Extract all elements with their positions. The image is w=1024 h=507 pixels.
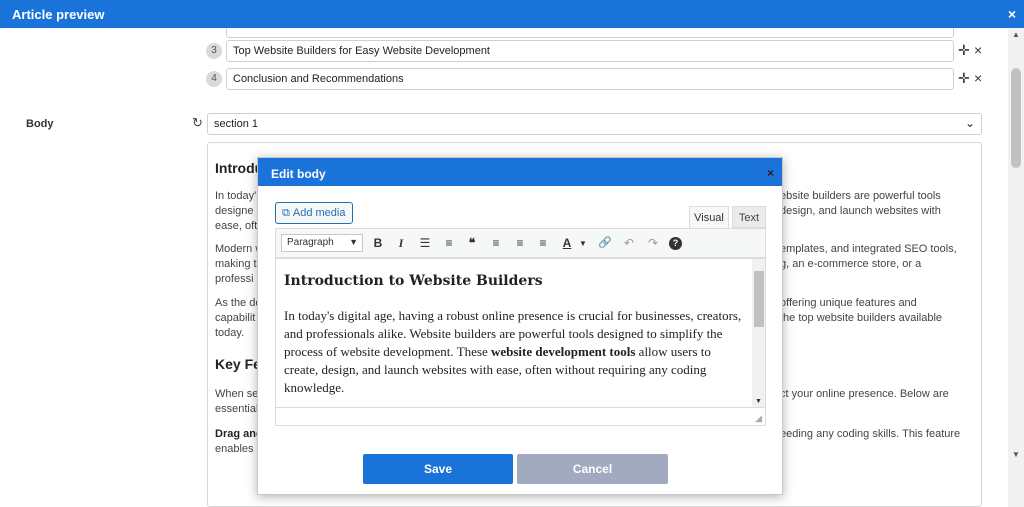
scroll-down-icon[interactable]: ▼ [755, 398, 762, 405]
article-text: capabilit [215, 312, 256, 324]
scroll-up-icon[interactable]: ▲ [1012, 30, 1020, 39]
move-handle-icon[interactable]: ✛ [958, 42, 970, 59]
text-color-icon[interactable]: A [560, 236, 574, 250]
body-label: Body [26, 118, 54, 130]
article-text: essential [215, 403, 259, 415]
article-text: emplates, and integrated SEO tools, [780, 243, 957, 255]
article-heading: Key Fe [215, 356, 261, 372]
italic-icon[interactable]: I [394, 236, 408, 251]
editor-scrollbar[interactable]: ▼ [752, 259, 765, 407]
save-button[interactable]: Save [363, 454, 513, 484]
align-right-icon[interactable]: ≡ [536, 236, 550, 250]
page-scrollbar[interactable]: ▲ ▼ [1008, 28, 1024, 507]
outline-row [206, 28, 996, 38]
link-icon[interactable]: 🔗 [598, 236, 612, 249]
edit-body-dialog: Edit body × ⧉ Add media Visual Text Parag… [257, 157, 783, 495]
article-text: today. [215, 327, 245, 339]
outline-item-input[interactable]: Conclusion and Recommendations [226, 68, 954, 90]
window-title: Article preview [12, 7, 105, 22]
rich-text-editor[interactable]: Introduction to Website Builders In toda… [275, 258, 766, 408]
article-text: design, and launch websites with [780, 205, 941, 217]
delete-icon[interactable]: × [974, 70, 982, 86]
undo-icon[interactable]: ↶ [622, 236, 636, 250]
redo-icon[interactable]: ↷ [646, 236, 660, 250]
outline-number: 3 [206, 43, 222, 59]
section-select-value: section 1 [214, 118, 259, 130]
scrollbar-thumb[interactable] [1011, 68, 1021, 168]
dialog-title: Edit body [271, 167, 326, 181]
article-text: making t [215, 258, 257, 270]
editor-statusbar: ◢ [275, 408, 766, 426]
article-text: designe [215, 205, 254, 217]
article-preview-window: Article preview × 3 Top Website Builders… [0, 0, 1024, 507]
align-center-icon[interactable]: ≡ [513, 236, 527, 250]
cancel-button[interactable]: Cancel [517, 454, 668, 484]
add-media-button[interactable]: ⧉ Add media [275, 202, 353, 224]
editor-scrollbar-thumb[interactable] [754, 271, 764, 327]
article-text: professi [215, 273, 254, 285]
outline-number: 4 [206, 71, 222, 87]
article-text: g, an e-commerce store, or a [780, 258, 922, 270]
numbered-list-icon[interactable]: ≡ [442, 236, 456, 250]
dialog-header: Edit body × [258, 158, 782, 186]
editor-paragraph: In today's digital age, having a robust … [284, 307, 744, 397]
section-select[interactable]: section 1 ⌄ [207, 113, 982, 135]
article-text: ease, oft [215, 220, 258, 232]
align-left-icon[interactable]: ≡ [489, 236, 503, 250]
move-handle-icon[interactable]: ✛ [958, 70, 970, 87]
tab-visual[interactable]: Visual [689, 206, 729, 228]
outline-row: 3 Top Website Builders for Easy Website … [206, 40, 996, 62]
dialog-close-icon[interactable]: × [767, 166, 774, 180]
bold-icon[interactable]: B [371, 236, 385, 250]
article-text: Drag and [215, 428, 263, 440]
scroll-down-icon[interactable]: ▼ [1012, 450, 1020, 459]
article-text: the top website builders available [780, 312, 943, 324]
text-color-dropdown-icon[interactable]: ▼ [576, 239, 590, 248]
media-icon: ⧉ [282, 207, 290, 219]
format-select-value: Paragraph [287, 237, 334, 248]
editor-bold-text: website development tools [490, 344, 636, 359]
outline-row: 4 Conclusion and Recommendations ✛ × [206, 68, 996, 90]
outline-item-input[interactable]: Top Website Builders for Easy Website De… [226, 40, 954, 62]
add-media-label: Add media [292, 207, 346, 219]
delete-icon[interactable]: × [974, 42, 982, 58]
outline-item-input[interactable] [226, 28, 954, 38]
editor-toolbar: Paragraph ▼ B I ☰ ≡ ❝ ≡ ≡ ≡ A ▼ 🔗 ↶ ↷ ? [275, 228, 766, 258]
article-text: eeding any coding skills. This feature [780, 428, 961, 440]
refresh-icon[interactable]: ↻ [192, 115, 203, 131]
editor-heading: Introduction to Website Builders [284, 273, 543, 289]
article-text: ebsite builders are powerful tools [780, 190, 941, 202]
dropdown-arrow-icon: ▼ [349, 237, 358, 247]
window-titlebar: Article preview × [0, 0, 1024, 28]
article-text: ct your online presence. Below are [780, 388, 949, 400]
article-text: In today' [215, 190, 257, 202]
tab-text[interactable]: Text [732, 206, 766, 228]
window-close-icon[interactable]: × [1008, 6, 1016, 22]
article-text: As the de [215, 297, 262, 309]
chevron-down-icon: ⌄ [964, 116, 975, 130]
article-text: enables [215, 443, 254, 455]
help-icon[interactable]: ? [669, 237, 682, 250]
bulleted-list-icon[interactable]: ☰ [418, 236, 432, 250]
article-text: offering unique features and [780, 297, 917, 309]
article-text: When se [215, 388, 259, 400]
blockquote-icon[interactable]: ❝ [465, 236, 479, 250]
format-select[interactable]: Paragraph ▼ [281, 234, 363, 252]
resize-grip-icon[interactable]: ◢ [755, 413, 762, 424]
article-heading: Introdu [215, 160, 264, 176]
